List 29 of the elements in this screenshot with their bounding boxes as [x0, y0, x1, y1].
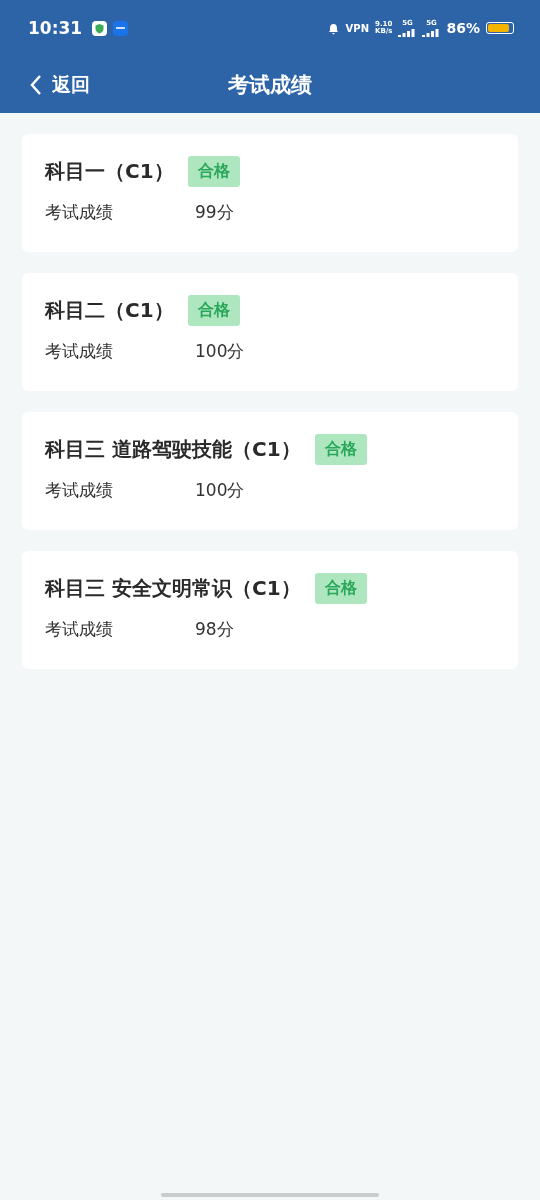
pass-badge: 合格	[187, 295, 240, 326]
score-value: 99分	[195, 201, 234, 224]
score-label: 考试成绩	[45, 479, 114, 502]
subject-title: 科目一（C1）	[45, 158, 174, 185]
battery-percentage: 86%	[446, 20, 480, 36]
score-label: 考试成绩	[45, 618, 114, 641]
subject-title: 科目三 安全文明常识（C1）	[45, 575, 301, 602]
battery-icon	[486, 22, 514, 34]
vpn-indicator: VPN	[345, 22, 369, 34]
chevron-left-icon	[30, 73, 42, 96]
pass-badge: 合格	[314, 573, 367, 604]
signal-icon	[398, 26, 417, 37]
page-title: 考试成绩	[228, 71, 312, 99]
home-indicator[interactable]	[161, 1193, 379, 1197]
subject-title: 科目三 道路驾驶技能（C1）	[45, 436, 301, 463]
score-value: 98分	[195, 618, 234, 641]
app-icon	[113, 20, 129, 36]
score-label: 考试成绩	[45, 201, 114, 224]
score-value: 100分	[195, 479, 245, 502]
back-button[interactable]: 返回	[30, 71, 90, 98]
score-value: 100分	[195, 340, 245, 363]
score-label: 考试成绩	[45, 340, 114, 363]
shield-app-icon	[92, 20, 108, 36]
pass-badge: 合格	[187, 156, 240, 187]
signal-icon	[422, 26, 441, 37]
subject-title: 科目二（C1）	[45, 297, 174, 324]
pass-badge: 合格	[314, 434, 367, 465]
alarm-icon	[326, 21, 340, 35]
status-time: 10:31	[28, 18, 83, 38]
